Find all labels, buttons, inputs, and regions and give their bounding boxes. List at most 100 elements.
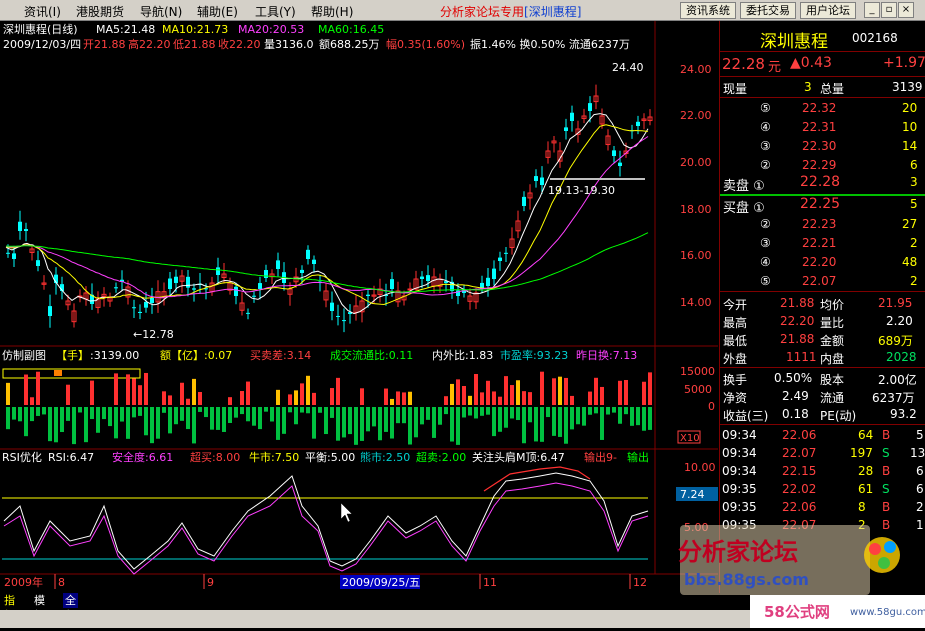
- vol-bar-neg: [498, 407, 502, 432]
- info-system-button[interactable]: 资讯系统: [680, 2, 736, 19]
- bid-row-5: ⑤ 22.07 2: [760, 274, 918, 288]
- stat-row-outer: 外盘 1111 内盘 2028: [723, 350, 917, 366]
- rsi-axis-10: 10.00: [684, 461, 716, 474]
- trade-button[interactable]: 委托交易: [740, 2, 796, 19]
- candle-body: [48, 306, 52, 316]
- watermark-url: bbs.88gs.com: [684, 570, 809, 589]
- tick-cell: 6: [916, 482, 924, 496]
- vol-bar-neg: [558, 407, 562, 437]
- rsi-bear: 熊市:2.50: [360, 450, 410, 464]
- menu-tools[interactable]: 工具(Y): [255, 3, 296, 20]
- tick-cell: 64: [858, 428, 874, 442]
- candle-body: [486, 277, 490, 286]
- vol-bar-neg: [528, 407, 532, 423]
- vol-bar-neg: [624, 407, 628, 415]
- chart-area[interactable]: 深圳惠程(日线) MA5:21.48 MA10:21.73 MA20:20.53…: [0, 21, 718, 593]
- menu-info[interactable]: 资讯(I): [24, 3, 61, 20]
- vol-bar-neg: [456, 407, 460, 445]
- tab-indicator[interactable]: 指标: [2, 593, 17, 622]
- vol-bar-neg: [378, 407, 382, 441]
- tab-all[interactable]: 全部: [63, 593, 78, 622]
- vol-bar: [552, 378, 556, 405]
- menu-hk-futures[interactable]: 港股期货: [76, 3, 124, 20]
- vol-bar-neg: [120, 407, 124, 422]
- vol-bar: [444, 396, 448, 405]
- price-label-14: 14.00: [680, 296, 712, 309]
- tick-cell: 09:34: [722, 428, 757, 442]
- vol-bar: [498, 396, 502, 405]
- vol-bar-neg: [90, 407, 94, 420]
- vol-bar-neg: [282, 407, 286, 434]
- vol-bar-neg: [402, 407, 406, 424]
- vol-axis-0: 0: [708, 400, 715, 413]
- vol-bar: [528, 392, 532, 405]
- menu-assist[interactable]: 辅助(E): [197, 3, 238, 20]
- watermark: 分析家论坛 bbs.88gs.com 58公式网 www.58gu.com: [670, 525, 925, 628]
- candle-body: [540, 177, 544, 185]
- vol-bar-neg: [366, 407, 370, 432]
- vol-bar: [492, 391, 496, 405]
- candle-body: [522, 196, 526, 206]
- vol-bar: [276, 389, 280, 405]
- rsi-focus: 关注头肩M顶:6.47: [472, 450, 565, 464]
- vol-bar-neg: [156, 407, 160, 439]
- vol-bar-neg: [60, 407, 64, 433]
- quote-header: 深圳惠程 002168: [720, 27, 925, 52]
- vol-bar: [312, 392, 316, 405]
- tick-cell: 8: [858, 500, 866, 514]
- vol-bar-neg: [306, 407, 310, 414]
- tab-template[interactable]: 模板: [32, 593, 47, 622]
- chart-bg: [0, 21, 718, 593]
- rsi-overbuy: 超买:8.00: [190, 450, 240, 464]
- tick-cell: 22.02: [782, 482, 817, 496]
- vol-scale: X10: [680, 433, 700, 444]
- vol-bar-neg: [546, 407, 550, 418]
- minimize-icon[interactable]: _: [864, 2, 880, 18]
- watermark-svg: 分析家论坛 bbs.88gs.com 58公式网 www.58gu.com: [678, 525, 925, 628]
- vol-bar: [306, 375, 310, 405]
- vol-value: :3139.00: [90, 349, 139, 362]
- candle-body: [336, 315, 340, 317]
- vol-bar: [480, 392, 484, 405]
- tick-cell: 09:35: [722, 500, 757, 514]
- vol-bar-neg: [438, 407, 442, 425]
- candle-body: [168, 278, 172, 289]
- vol-bar: [516, 380, 520, 405]
- ma20-label: MA20:20.53: [238, 23, 304, 36]
- tick-cell: 22.07: [782, 446, 817, 460]
- vol-bar: [192, 378, 196, 405]
- vol-bar-neg: [564, 407, 568, 444]
- vol-bar-neg: [492, 407, 496, 437]
- menu-help[interactable]: 帮助(H): [311, 3, 353, 20]
- info-open: 开21.88: [83, 38, 126, 51]
- menu-navigate[interactable]: 导航(N): [140, 3, 182, 20]
- vol-bar: [522, 391, 526, 405]
- vol-bar-neg: [432, 407, 436, 438]
- vol-bar-neg: [66, 407, 70, 421]
- forum-button[interactable]: 用户论坛: [800, 2, 856, 19]
- vol-bar-neg: [198, 407, 202, 412]
- candle-body: [186, 276, 190, 288]
- candle-body: [132, 307, 136, 309]
- now-vol-value: 3: [804, 80, 812, 94]
- vol-bar: [144, 372, 148, 405]
- rsi-value: RSI:6.47: [48, 451, 94, 464]
- vol-bar: [24, 374, 28, 405]
- vol-amt: 额【亿】:0.07: [160, 349, 232, 362]
- candle-body: [192, 288, 196, 290]
- chart-svg[interactable]: 深圳惠程(日线) MA5:21.48 MA10:21.73 MA20:20.53…: [0, 21, 718, 593]
- volume-row: 现量 3 总量 3139: [720, 79, 925, 96]
- candle-body: [24, 229, 28, 231]
- rsi-bull: 牛市:7.50: [249, 450, 299, 464]
- vol-bar-neg: [264, 407, 268, 412]
- vol-bar: [228, 397, 232, 405]
- stock-code: 002168: [852, 31, 898, 45]
- vol-bar: [30, 397, 34, 405]
- close-icon[interactable]: ×: [898, 2, 914, 18]
- menu-bar: 资讯(I) 港股期货 导航(N) 辅助(E) 工具(Y) 帮助(H) 分析家论坛…: [0, 0, 925, 21]
- vol-bar-neg: [144, 407, 148, 436]
- rsi-current: 7.24: [680, 488, 705, 501]
- ask-row-1: 卖盘 ① 22.28 3: [723, 174, 918, 194]
- restore-icon[interactable]: ▫: [881, 2, 897, 18]
- vol-bar-neg: [396, 407, 400, 424]
